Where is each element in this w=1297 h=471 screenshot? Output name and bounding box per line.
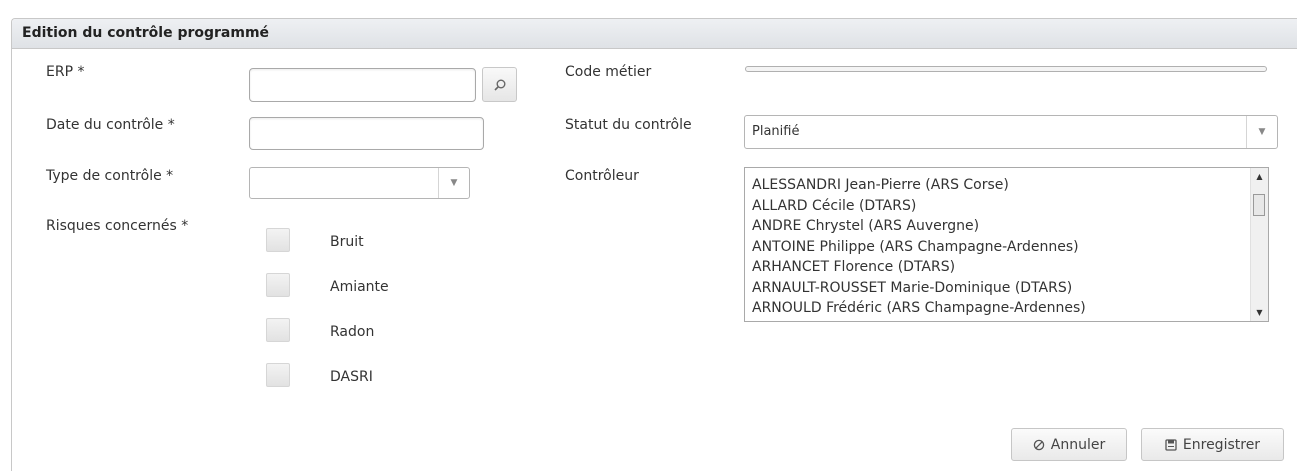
save-button-label: Enregistrer bbox=[1182, 436, 1261, 453]
list-item[interactable]: ANTOINE Philippe (ARS Champagne-Ardennes… bbox=[752, 237, 1250, 258]
risques-label: Risques concernés * bbox=[46, 218, 189, 234]
erp-label: ERP * bbox=[46, 64, 85, 80]
checkbox-radon[interactable] bbox=[266, 318, 290, 342]
cancel-button-label: Annuler bbox=[1050, 436, 1106, 453]
list-item[interactable]: ALLARD Cécile (DTARS) bbox=[752, 196, 1250, 217]
code-metier-label: Code métier bbox=[565, 64, 652, 80]
list-item[interactable]: ALESSANDRI Jean-Pierre (ARS Corse) bbox=[752, 175, 1250, 196]
save-button[interactable]: Enregistrer bbox=[1141, 428, 1284, 461]
erp-search-button[interactable] bbox=[482, 67, 517, 102]
type-select[interactable]: ▼ bbox=[249, 167, 470, 199]
scrollbar-thumb[interactable] bbox=[1253, 194, 1265, 216]
save-icon bbox=[1165, 438, 1177, 451]
checkbox-amiante-label: Amiante bbox=[330, 279, 389, 295]
statut-label: Statut du contrôle bbox=[565, 117, 692, 133]
type-label: Type de contrôle * bbox=[46, 168, 174, 184]
listbox-scrollbar[interactable]: ▲ ▼ bbox=[1250, 168, 1268, 321]
list-item[interactable]: ARNAULT-ROUSSET Marie-Dominique (DTARS) bbox=[752, 278, 1250, 299]
chevron-down-icon[interactable]: ▼ bbox=[438, 168, 469, 198]
erp-input[interactable] bbox=[249, 68, 476, 102]
code-metier-field[interactable] bbox=[745, 66, 1267, 72]
list-item[interactable]: ANDRE Chrystel (ARS Auvergne) bbox=[752, 216, 1250, 237]
scroll-down-icon[interactable]: ▼ bbox=[1251, 304, 1268, 321]
date-label: Date du contrôle * bbox=[46, 117, 175, 133]
list-item[interactable]: ARNOULD Frédéric (ARS Champagne-Ardennes… bbox=[752, 298, 1250, 319]
controleur-listbox[interactable]: ALESSANDRI Jean-Pierre (ARS Corse) ALLAR… bbox=[744, 167, 1269, 322]
date-input[interactable] bbox=[249, 117, 484, 150]
checkbox-bruit-label: Bruit bbox=[330, 234, 364, 250]
checkbox-amiante[interactable] bbox=[266, 273, 290, 297]
cancel-button[interactable]: Annuler bbox=[1011, 428, 1127, 461]
statut-select[interactable]: Planifié ▼ bbox=[744, 115, 1278, 149]
checkbox-dasri-label: DASRI bbox=[330, 369, 373, 385]
checkbox-radon-label: Radon bbox=[330, 324, 375, 340]
chevron-down-icon[interactable]: ▼ bbox=[1246, 116, 1277, 148]
controleur-label: Contrôleur bbox=[565, 168, 639, 184]
cancel-icon bbox=[1033, 439, 1045, 450]
scroll-up-icon[interactable]: ▲ bbox=[1251, 168, 1268, 185]
search-icon bbox=[493, 79, 505, 91]
statut-select-value: Planifié bbox=[752, 124, 800, 139]
checkbox-dasri[interactable] bbox=[266, 363, 290, 387]
checkbox-bruit[interactable] bbox=[266, 228, 290, 252]
list-item[interactable]: ARHANCET Florence (DTARS) bbox=[752, 257, 1250, 278]
panel-title: Edition du contrôle programmé bbox=[12, 19, 1297, 49]
